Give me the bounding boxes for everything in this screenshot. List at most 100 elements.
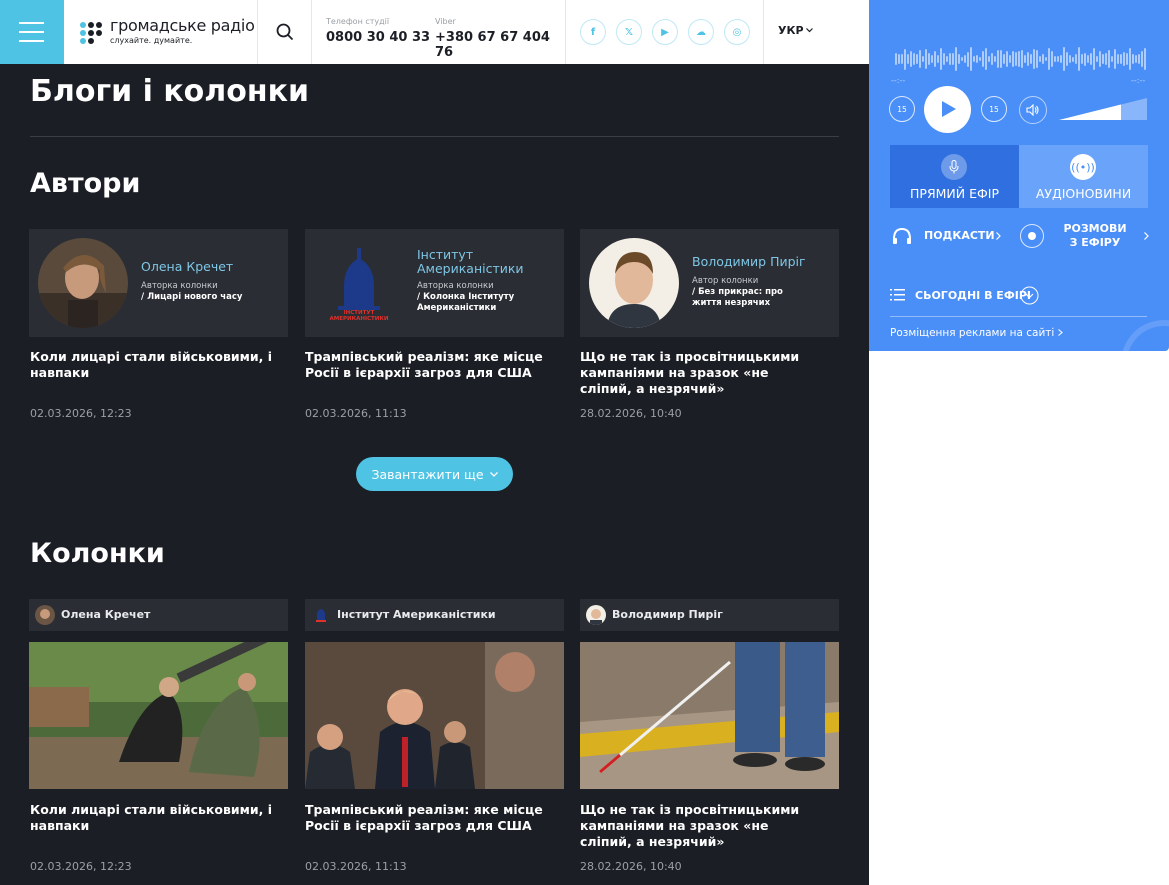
waveform-bar	[982, 50, 984, 68]
talks-link[interactable]: РОЗМОВИ З ЕФІРУ	[1020, 222, 1150, 252]
waveform-bar	[946, 55, 948, 63]
waveform-bar	[1123, 51, 1125, 67]
waveform-bar	[895, 53, 897, 65]
waveform-bar	[1093, 48, 1095, 70]
waveform-bar	[997, 50, 999, 68]
advertising-link[interactable]: Розміщення реклами на сайті	[890, 327, 1063, 339]
institute-logo-text: ІНСТИТУТ АМЕРИКАНІСТИКИ	[329, 310, 389, 322]
post-title[interactable]: Коли лицарі стали військовими, і навпаки	[30, 349, 289, 381]
author-card[interactable]: ІНСТИТУТ АМЕРИКАНІСТИКИ Інститут Америка…	[305, 229, 564, 337]
chevron-down-circle-icon	[1020, 286, 1039, 305]
author-mini-avatar	[586, 605, 606, 625]
site-logo[interactable]: громадське радіо слухайте. думайте.	[64, 0, 258, 64]
chevron-right-icon	[1057, 329, 1063, 336]
institute-logo: ІНСТИТУТ АМЕРИКАНІСТИКИ	[314, 238, 404, 328]
waveform-bar	[1060, 55, 1062, 63]
waveform-bar	[1084, 52, 1086, 66]
waveform-bar	[913, 53, 915, 65]
waveform-bar	[1138, 53, 1140, 65]
column-author[interactable]: Олена Кречет	[29, 599, 288, 631]
youtube-icon[interactable]: ▶	[652, 19, 678, 45]
phone-number[interactable]: 0800 30 40 33	[326, 30, 430, 45]
column-title[interactable]: Трампівський реалізм: яке місце Росії в …	[305, 802, 564, 834]
x-twitter-icon[interactable]: 𝕏	[616, 19, 642, 45]
column-image[interactable]	[305, 642, 564, 789]
phone-label: Телефон студії	[326, 17, 390, 26]
language-label: УКР	[778, 24, 804, 37]
waveform-bar	[1000, 50, 1002, 69]
play-button[interactable]	[924, 86, 971, 133]
advertising-label: Розміщення реклами на сайті	[890, 327, 1055, 339]
author-card[interactable]: Володимир Пиріг Автор колонки / Без прик…	[580, 229, 839, 337]
volume-button[interactable]	[1019, 96, 1047, 124]
column-author[interactable]: Володимир Пиріг	[580, 599, 839, 631]
waveform-bar	[952, 53, 954, 65]
page-title: Блоги і колонки	[30, 74, 309, 109]
chevron-down-icon	[489, 471, 498, 477]
viber-label: Viber	[435, 17, 456, 26]
post-title[interactable]: Трампівський реалізм: яке місце Росії в …	[305, 349, 564, 381]
waveform-bar	[985, 48, 987, 70]
podcasts-link[interactable]: ПОДКАСТИ	[890, 222, 1010, 252]
time-elapsed: --:--	[891, 76, 906, 85]
column-date: 28.02.2026, 10:40	[580, 860, 682, 873]
post-date: 28.02.2026, 10:40	[580, 407, 682, 420]
waveform-bar	[1048, 48, 1050, 70]
author-mini-avatar	[35, 605, 55, 625]
waveform-bar	[1105, 53, 1107, 65]
column-title[interactable]: Що не так із просвітницькими кампаніями …	[580, 802, 820, 850]
audio-news-tab[interactable]: ((•)) АУДІОНОВИНИ	[1019, 145, 1148, 208]
waveform-bar	[1102, 54, 1104, 64]
waveform-bar	[1111, 55, 1113, 63]
column-author[interactable]: Інститут Американістики	[305, 599, 564, 631]
volume-slider[interactable]	[1059, 98, 1147, 120]
waveform-bar	[1141, 51, 1143, 67]
hamburger-icon-line	[19, 40, 44, 42]
forward-icon: 15	[989, 104, 999, 114]
waveform-bar	[901, 54, 903, 64]
divider	[890, 316, 1147, 317]
waveform-bar	[919, 49, 921, 69]
author-role: Автор колонки	[692, 276, 759, 286]
author-card[interactable]: Олена Кречет Авторка колонки / Лицарі но…	[29, 229, 288, 337]
author-name: Олена Кречет	[141, 259, 234, 274]
waveform-bar	[991, 52, 993, 66]
column-title[interactable]: Коли лицарі стали військовими, і навпаки	[30, 802, 289, 834]
load-more-button[interactable]: Завантажити ще	[356, 457, 513, 491]
waveform-bar	[1021, 50, 1023, 68]
waveform-bar	[1126, 53, 1128, 65]
soundcloud-icon[interactable]: ☁	[688, 19, 714, 45]
instagram-icon[interactable]: ◎	[724, 19, 750, 45]
forward-15-button[interactable]: 15	[981, 96, 1007, 122]
waveform-bar	[1096, 55, 1098, 63]
chevron-right-icon	[996, 232, 1001, 240]
load-more-label: Завантажити ще	[371, 466, 484, 482]
facebook-icon[interactable]: f	[580, 19, 606, 45]
column-image[interactable]	[580, 642, 839, 789]
waveform-bar	[994, 55, 996, 63]
waveform-bar	[1003, 53, 1005, 65]
waveform-bar	[970, 47, 972, 71]
waveform-bar	[1039, 56, 1041, 62]
waveform-bar	[1033, 49, 1035, 69]
rewind-15-button[interactable]: 15	[889, 96, 915, 122]
waveform-bar	[1087, 55, 1089, 63]
record-icon	[1020, 224, 1044, 248]
schedule-list-icon	[890, 289, 905, 301]
column-image[interactable]	[29, 642, 288, 789]
live-tab[interactable]: ПРЯМИЙ ЕФІР	[890, 145, 1019, 208]
language-selector[interactable]: УКР	[764, 0, 869, 64]
contacts: Телефон студії 0800 30 40 33 Viber +380 …	[312, 0, 566, 64]
radio-player: --:-- --:-- 15 15 ПРЯМИЙ ЕФІР ((•)) АУДІ…	[869, 0, 1169, 351]
post-date: 02.03.2026, 11:13	[305, 407, 407, 420]
waveform-bar	[958, 54, 960, 64]
post-title[interactable]: Що не так із просвітницькими кампаніями …	[580, 349, 820, 397]
viber-number[interactable]: +380 67 67 404 76	[435, 30, 565, 60]
search-button[interactable]	[258, 0, 312, 64]
waveform-bar	[904, 48, 906, 70]
institute-mini-logo	[311, 605, 331, 625]
waveform-bar	[934, 51, 936, 67]
menu-button[interactable]	[0, 0, 64, 64]
waveform-bar	[1144, 47, 1146, 71]
waveform-bar	[931, 54, 933, 64]
